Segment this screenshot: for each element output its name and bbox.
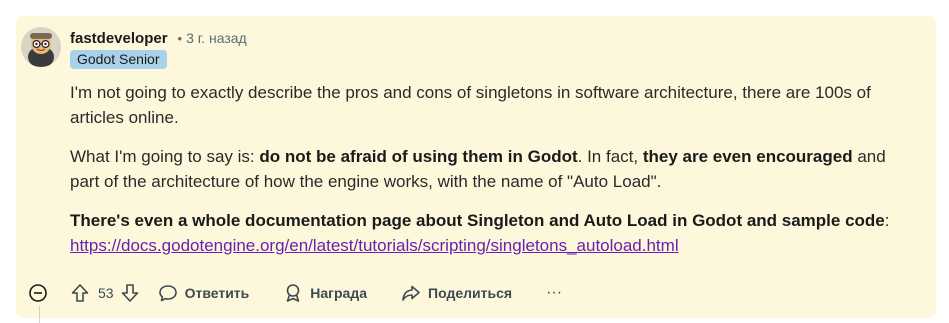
share-icon <box>401 283 421 303</box>
award-icon <box>283 283 303 303</box>
thread-line[interactable] <box>39 306 40 323</box>
downvote-icon[interactable] <box>120 283 140 303</box>
comment-header: fastdeveloper • 3 г. назад <box>70 29 247 47</box>
para2-text-a: What I'm going to say is: <box>70 147 260 166</box>
para3-bold: There's even a whole documentation page … <box>70 211 885 230</box>
reply-label: Ответить <box>184 285 250 301</box>
docs-link[interactable]: https://docs.godotengine.org/en/latest/t… <box>70 236 679 255</box>
avatar[interactable] <box>21 27 61 67</box>
reply-icon <box>158 283 178 303</box>
collapse-icon[interactable] <box>28 283 48 303</box>
vote-count: 53 <box>98 285 114 301</box>
para2-text-c: . In fact, <box>577 147 643 166</box>
award-label: Награда <box>310 285 368 301</box>
paragraph-2: What I'm going to say is: do not be afra… <box>70 144 910 194</box>
comment-body: I'm not going to exactly describe the pr… <box>70 80 910 272</box>
reply-button[interactable]: Ответить <box>158 283 250 303</box>
timestamp[interactable]: 3 г. назад <box>186 30 247 46</box>
share-button[interactable]: Поделиться <box>401 283 512 303</box>
para2-bold-d: they are even encouraged <box>642 147 853 166</box>
para2-bold-b: do not be afraid of using them in Godot <box>259 147 578 166</box>
user-flair: Godot Senior <box>70 50 167 69</box>
paragraph-3: There's even a whole documentation page … <box>70 208 910 258</box>
more-icon[interactable]: ··· <box>546 284 562 302</box>
para3-colon: : <box>884 211 890 230</box>
username[interactable]: fastdeveloper <box>70 30 168 47</box>
upvote-button[interactable] <box>70 283 90 303</box>
award-button[interactable]: Награда <box>283 283 367 303</box>
paragraph-1: I'm not going to exactly describe the pr… <box>70 83 871 127</box>
share-label: Поделиться <box>428 285 513 301</box>
action-bar: 53 Ответить Награда Поделиться ··· <box>28 282 562 304</box>
upvote-icon[interactable] <box>70 283 90 303</box>
separator-dot: • <box>177 30 183 46</box>
downvote-button[interactable] <box>120 283 140 303</box>
